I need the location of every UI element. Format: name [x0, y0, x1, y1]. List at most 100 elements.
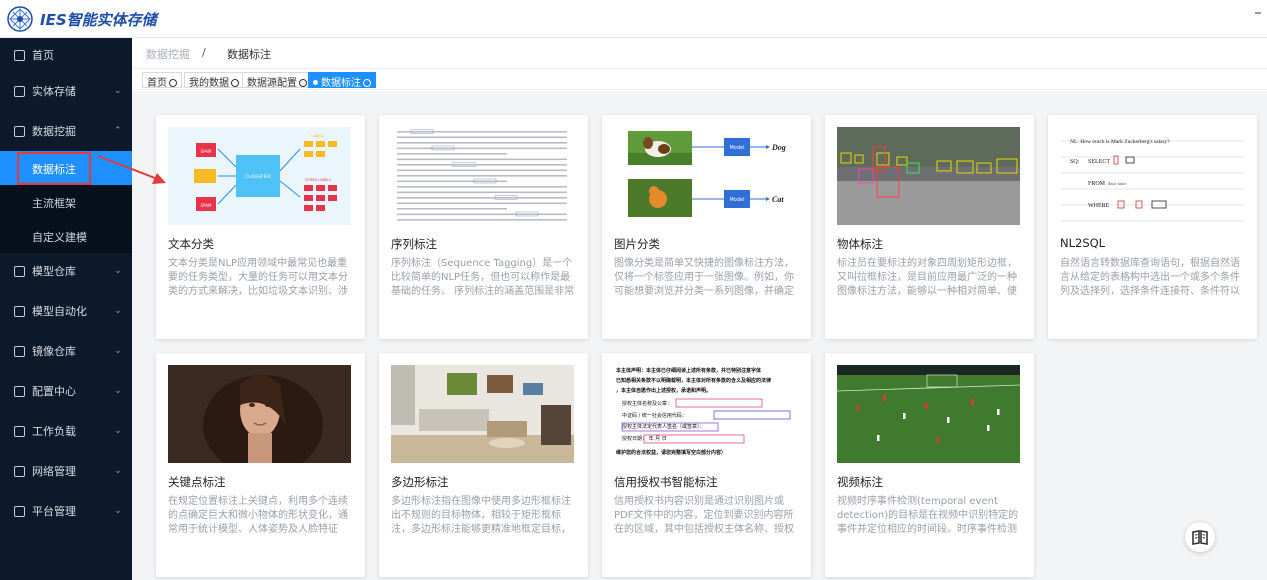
svg-text:Cat: Cat	[772, 195, 784, 204]
book-icon	[1192, 530, 1208, 545]
thumb-text: SPAM	[201, 149, 212, 154]
breadcrumb: 数据挖掘 / 数据标注	[132, 38, 1267, 68]
chevron-down-icon: ⌄	[114, 306, 122, 316]
card-description: 自然语言转数据库查询语句，根据自然语言从给定的表格构中选出一个或多个条件列及选择…	[1060, 258, 1240, 297]
chevron-down-icon: ⌄	[114, 466, 122, 476]
card-thumbnail: SPAM SPAM CLASSIFIER LABEL1 OTHER LABEL2	[168, 127, 351, 225]
sidebar-subitem-1[interactable]: 主流框架	[0, 185, 132, 219]
box-icon	[14, 265, 25, 277]
sidebar-item-7[interactable]: 工作负载 ⌄	[0, 414, 132, 448]
sidebar-item-1[interactable]: 实体存储 ⌄	[0, 74, 132, 108]
sidebar-item-label: 数据挖掘	[32, 125, 76, 138]
card-title: 序列标注	[391, 237, 437, 251]
gear-icon	[14, 505, 25, 517]
annotation-type-card[interactable]: SPAM SPAM CLASSIFIER LABEL1 OTHER LABEL2…	[156, 115, 365, 339]
svg-text:已知悉相关条款不以明确载明，本主体对所有条款的含义及相应的法: 已知悉相关条款不以明确载明，本主体对所有条款的含义及相应的法律	[616, 377, 771, 384]
annotation-type-card[interactable]: NL: How much is Mark Zuckerberg's salary…	[1048, 115, 1257, 339]
sidebar-item-label: 网络管理	[32, 465, 76, 478]
sidebar-item-4[interactable]: 模型自动化 ⌄	[0, 294, 132, 328]
card-description: 信用授权书内容识别是通过识别图片或PDF文件中的内容，定位到要识别内容所在的区域…	[614, 496, 794, 535]
sidebar-subitem-2[interactable]: 自定义建模	[0, 219, 132, 253]
annotation-type-card[interactable]: 多边形标注 多边形标注指在图像中使用多边形框标注出不规则的目标物体，相较于矩形框标…	[379, 353, 588, 577]
sidebar-item-label: 工作负载	[32, 425, 76, 438]
chevron-down-icon: ⌄	[114, 386, 122, 396]
sidebar-item-6[interactable]: 配置中心 ⌄	[0, 374, 132, 408]
annotation-type-card[interactable]: 本主体声明：本主体已仔细阅读上述所有条款，并已特别注意字体 已知悉相关条款不以明确…	[602, 353, 811, 577]
close-icon[interactable]	[363, 79, 371, 87]
card-title: 多边形标注	[391, 475, 449, 489]
sidebar-item-label: 首页	[32, 49, 54, 62]
sidebar-subitem-label: 主流框架	[32, 197, 76, 210]
card-thumbnail: 本主体声明：本主体已仔细阅读上述所有条款，并已特别注意字体 已知悉相关条款不以明确…	[614, 365, 797, 463]
chart-icon	[14, 125, 25, 137]
breadcrumb-current: 数据标注	[227, 48, 271, 61]
chevron-up-icon: ⌃	[114, 126, 122, 136]
card-thumbnail: Model Model Dog Cat	[614, 127, 797, 225]
card-thumbnail	[391, 127, 574, 225]
tab-1[interactable]: 我的数据	[184, 72, 244, 89]
svg-text:授权日期： 年 月 日: 授权日期： 年 月 日	[622, 435, 667, 442]
svg-text:FROM: FROM	[1088, 181, 1106, 187]
breadcrumb-parent[interactable]: 数据挖掘	[146, 46, 190, 62]
svg-text:SPAM: SPAM	[201, 203, 212, 208]
card-title: 信用授权书智能标注	[614, 475, 718, 489]
card-description: 在规定位置标注上关键点，利用多个连续的点确定巨大和微小物体的形状变化，通常用于统…	[168, 496, 348, 535]
tab-0[interactable]: 首页	[142, 72, 182, 89]
tab-label: 我的数据	[189, 78, 229, 89]
svg-text:授权主体法定代表人签名（或签章）：: 授权主体法定代表人签名（或签章）：	[622, 423, 705, 430]
sidebar-item-label: 配置中心	[32, 385, 76, 398]
card-thumbnail: NL: How much is Mark Zuckerberg's salary…	[1060, 127, 1243, 225]
dashboard-icon	[14, 49, 25, 61]
card-title: NL2SQL	[1060, 236, 1106, 250]
main-content: SPAM SPAM CLASSIFIER LABEL1 OTHER LABEL2…	[132, 91, 1267, 580]
sidebar-item-3[interactable]: 模型仓库 ⌄	[0, 254, 132, 288]
annotation-type-card[interactable]: 序列标注 序列标注（Sequence Tagging）是一个比较简单的NLP任务，…	[379, 115, 588, 339]
globe-icon	[14, 465, 25, 477]
close-icon[interactable]	[231, 79, 239, 87]
chevron-down-icon: ⌄	[114, 86, 122, 96]
tab-label: 数据标注	[321, 78, 361, 89]
tab-2[interactable]: 数据源配置	[242, 72, 312, 89]
svg-text:LABEL1: LABEL1	[311, 134, 324, 138]
tab-3[interactable]: 数据标注	[308, 72, 376, 89]
card-description: 标注员在要标注的对象四周划矩形边框，又叫拉框标注，是目前应用最广泛的一种图像标注…	[837, 258, 1017, 297]
sidebar-item-5[interactable]: 镜像仓库 ⌄	[0, 334, 132, 368]
annotation-type-card[interactable]: 关键点标注 在规定位置标注上关键点，利用多个连续的点确定巨大和微小物体的形状变化，…	[156, 353, 365, 577]
svg-text:Dog: Dog	[771, 143, 786, 152]
svg-text:WHERE: WHERE	[1088, 203, 1110, 209]
sidebar-item-2[interactable]: 数据挖掘 ⌃	[0, 114, 132, 148]
card-description: 文本分类是NLP应用领域中最常见也最重要的任务类型，大量的任务可以用文本分类的方…	[168, 258, 348, 297]
storage-icon	[14, 85, 25, 97]
card-title: 视频标注	[837, 475, 883, 489]
sidebar-item-label: 模型仓库	[32, 265, 76, 278]
svg-text:Base table: Base table	[1108, 182, 1127, 186]
sidebar-subitem-label: 自定义建模	[32, 231, 87, 244]
svg-text:维护您的合法权益，请您完整填写空白部分内容）: 维护您的合法权益，请您完整填写空白部分内容）	[616, 449, 726, 456]
chevron-down-icon: ⌄	[114, 506, 122, 516]
svg-text:Model: Model	[729, 197, 744, 203]
sidebar-item-0[interactable]: 首页	[0, 38, 132, 72]
top-bar: IES智能实体存储	[0, 0, 1267, 38]
chevron-down-icon: ⌄	[114, 346, 122, 356]
card-thumbnail	[837, 365, 1020, 463]
sidebar-item-8[interactable]: 网络管理 ⌄	[0, 454, 132, 488]
annotation-type-card[interactable]: 视频标注 视频时序事件检测(temporal event detection)的目…	[825, 353, 1034, 577]
highlight-annotation-box	[17, 152, 91, 185]
sidebar-item-label: 模型自动化	[32, 305, 87, 318]
window-minimize-icon[interactable]	[1255, 12, 1261, 14]
logo-icon	[7, 6, 33, 32]
breadcrumb-separator: /	[202, 46, 206, 59]
close-icon[interactable]	[169, 79, 177, 87]
sidebar-item-9[interactable]: 平台管理 ⌄	[0, 494, 132, 528]
card-thumbnail	[391, 365, 574, 463]
chevron-down-icon: ⌄	[114, 426, 122, 436]
svg-text:中证码 / 统一社会信用代码：: 中证码 / 统一社会信用代码：	[622, 412, 687, 419]
annotation-arrow-icon	[97, 155, 166, 184]
annotation-type-card[interactable]: 物体标注 标注员在要标注的对象四周划矩形边框，又叫拉框标注，是目前应用最广泛的一种…	[825, 115, 1034, 339]
card-title: 文本分类	[168, 237, 214, 251]
sidebar-item-label: 平台管理	[32, 505, 76, 518]
annotation-type-card[interactable]: Model Model Dog Cat 图片分类 图像分类是简单又快捷的图像标注方…	[602, 115, 811, 339]
sidebar-item-label: 镜像仓库	[32, 345, 76, 358]
close-icon[interactable]	[299, 79, 307, 87]
help-book-button[interactable]	[1185, 522, 1215, 552]
